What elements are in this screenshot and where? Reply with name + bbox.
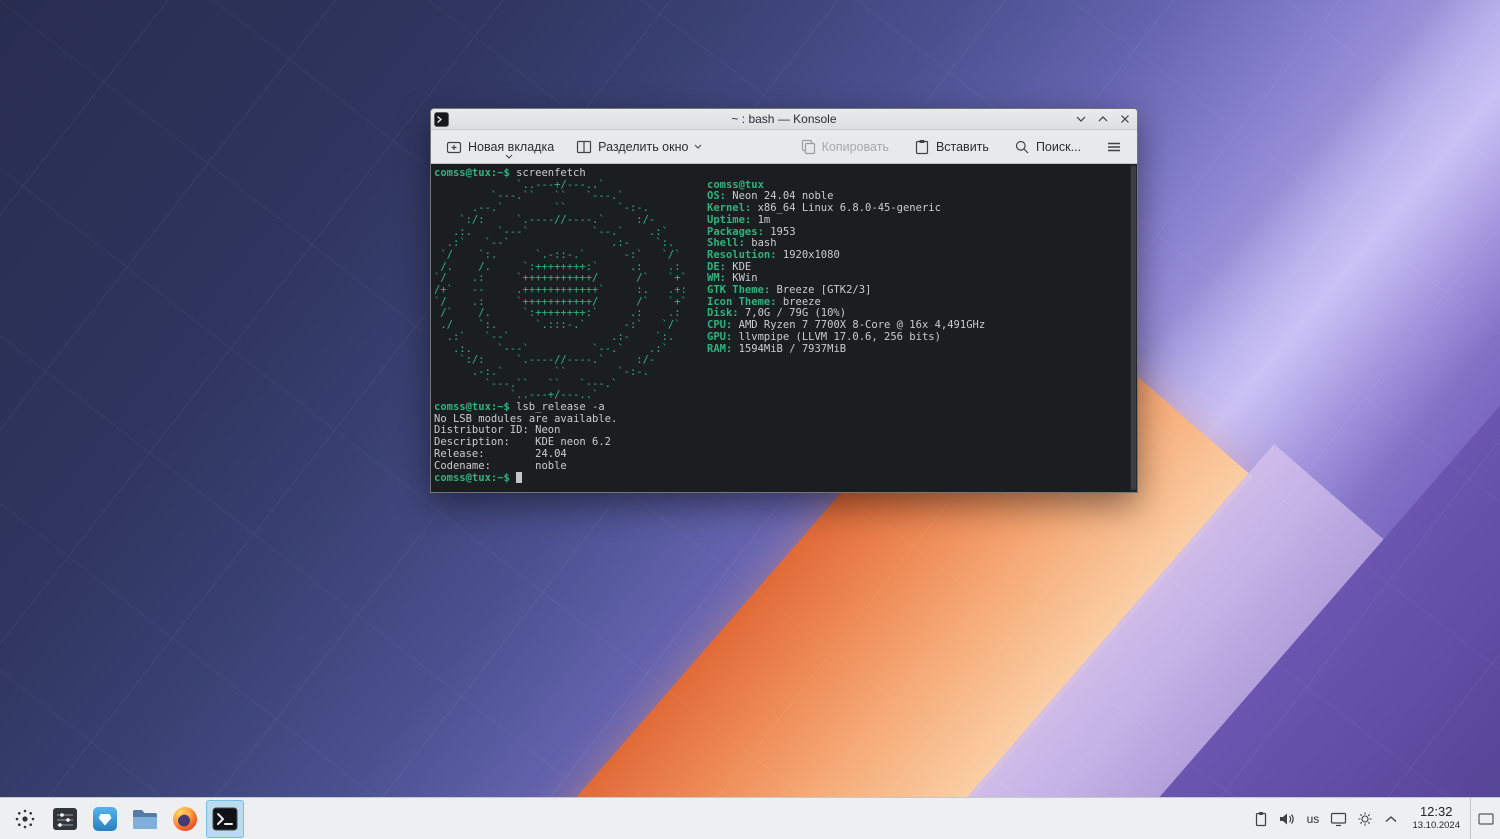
firefox-button[interactable] (166, 800, 204, 838)
konsole-window: ~ : bash — Konsole Новая вкладка Раздели… (430, 108, 1138, 493)
copy-icon (801, 139, 815, 154)
expand-tray-button[interactable] (1379, 804, 1402, 834)
split-window-icon (577, 140, 592, 153)
discover-button[interactable] (86, 800, 124, 838)
konsole-icon (212, 807, 238, 830)
hamburger-menu-button[interactable] (1101, 135, 1127, 159)
peek-desktop-icon (1477, 812, 1494, 825)
command-lsb-release: lsb_release -a (516, 401, 605, 414)
chevron-up-icon (1385, 815, 1397, 822)
display-tray-button[interactable] (1327, 804, 1350, 834)
search-label: Поиск... (1035, 139, 1081, 154)
scrollbar-handle[interactable] (1131, 166, 1136, 490)
clipboard-icon (1255, 811, 1267, 826)
paste-button[interactable]: Вставить (909, 135, 994, 159)
sysinfo-line: RAM: 1594MiB / 7937MiB (707, 342, 847, 355)
maximize-button[interactable] (1095, 112, 1110, 127)
split-window-label: Разделить окно (598, 139, 689, 154)
minimize-button[interactable] (1073, 112, 1088, 127)
screenfetch-output: `..---+/---..` `---.`` `` `---.` .--.` `… (434, 178, 1127, 402)
peek-desktop-button[interactable] (1470, 797, 1500, 839)
close-icon (1120, 115, 1129, 123)
paste-icon (915, 139, 929, 154)
toolbar: Новая вкладка Разделить окно Копировать … (431, 130, 1137, 164)
terminal-prompt-line: comss@tux:~$ (434, 472, 1127, 485)
paste-label: Вставить (935, 139, 989, 154)
system-settings-button[interactable] (46, 800, 84, 838)
chevron-down-icon (1076, 116, 1085, 122)
app-launcher-button[interactable] (6, 800, 44, 838)
terminal[interactable]: comss@tux:~$ screenfetch `..---+/---..` `… (431, 164, 1137, 492)
keyboard-layout-button[interactable]: us (1301, 804, 1324, 834)
keyboard-layout-label: us (1306, 811, 1320, 826)
chevron-up-icon (1098, 116, 1107, 122)
clock-date: 13.10.2024 (1412, 819, 1460, 831)
settings-sliders-icon (53, 807, 77, 830)
chevron-down-icon (695, 144, 702, 149)
neon-ascii-art: `..---+/---..` `---.`` `` `---.` .--.` `… (434, 178, 687, 402)
copy-label: Копировать (821, 139, 889, 154)
sysinfo: comss@tux OS: Neon 24.04 noble Kernel: x86… (707, 179, 985, 356)
new-tab-label: Новая вкладка (468, 139, 555, 154)
system-tray: us (1249, 804, 1402, 834)
volume-tray-button[interactable] (1275, 804, 1298, 834)
terminal-cursor (516, 472, 523, 483)
night-color-tray-button[interactable] (1353, 804, 1376, 834)
copy-button[interactable]: Копировать (795, 135, 894, 159)
volume-icon (1280, 813, 1295, 824)
konsole-window-icon (434, 112, 449, 127)
close-button[interactable] (1117, 112, 1132, 127)
clock[interactable]: 12:32 13.10.2024 (1412, 803, 1460, 833)
discover-icon (93, 806, 117, 831)
split-window-button[interactable]: Разделить окно (571, 135, 707, 159)
new-tab-button[interactable]: Новая вкладка (441, 135, 559, 159)
hamburger-menu-icon (1108, 142, 1120, 151)
konsole-task-button[interactable] (206, 799, 244, 838)
chevron-down-icon (505, 154, 513, 159)
search-icon (1015, 140, 1029, 153)
new-tab-icon (446, 141, 462, 153)
lsb-output: No LSB modules are available. Distributo… (434, 412, 618, 472)
command-screenfetch: screenfetch (516, 167, 586, 179)
app-launcher-icon (15, 809, 35, 828)
window-title: ~ : bash — Konsole (731, 112, 837, 126)
folder-icon (133, 809, 157, 829)
search-button[interactable]: Поиск... (1009, 135, 1086, 159)
night-color-icon (1358, 812, 1372, 825)
terminal-line: comss@tux:~$ lsb_release -a (434, 401, 605, 414)
clipboard-tray-button[interactable] (1249, 804, 1272, 834)
terminal-line: comss@tux:~$ screenfetch (434, 167, 586, 179)
terminal-scrollbar[interactable] (1130, 164, 1137, 492)
taskbar: us 12:32 13.10.2024 (0, 797, 1500, 839)
display-icon (1331, 812, 1347, 826)
file-manager-button[interactable] (126, 800, 164, 838)
clock-time: 12:32 (1419, 803, 1453, 819)
firefox-icon (173, 806, 197, 831)
titlebar[interactable]: ~ : bash — Konsole (431, 109, 1137, 130)
